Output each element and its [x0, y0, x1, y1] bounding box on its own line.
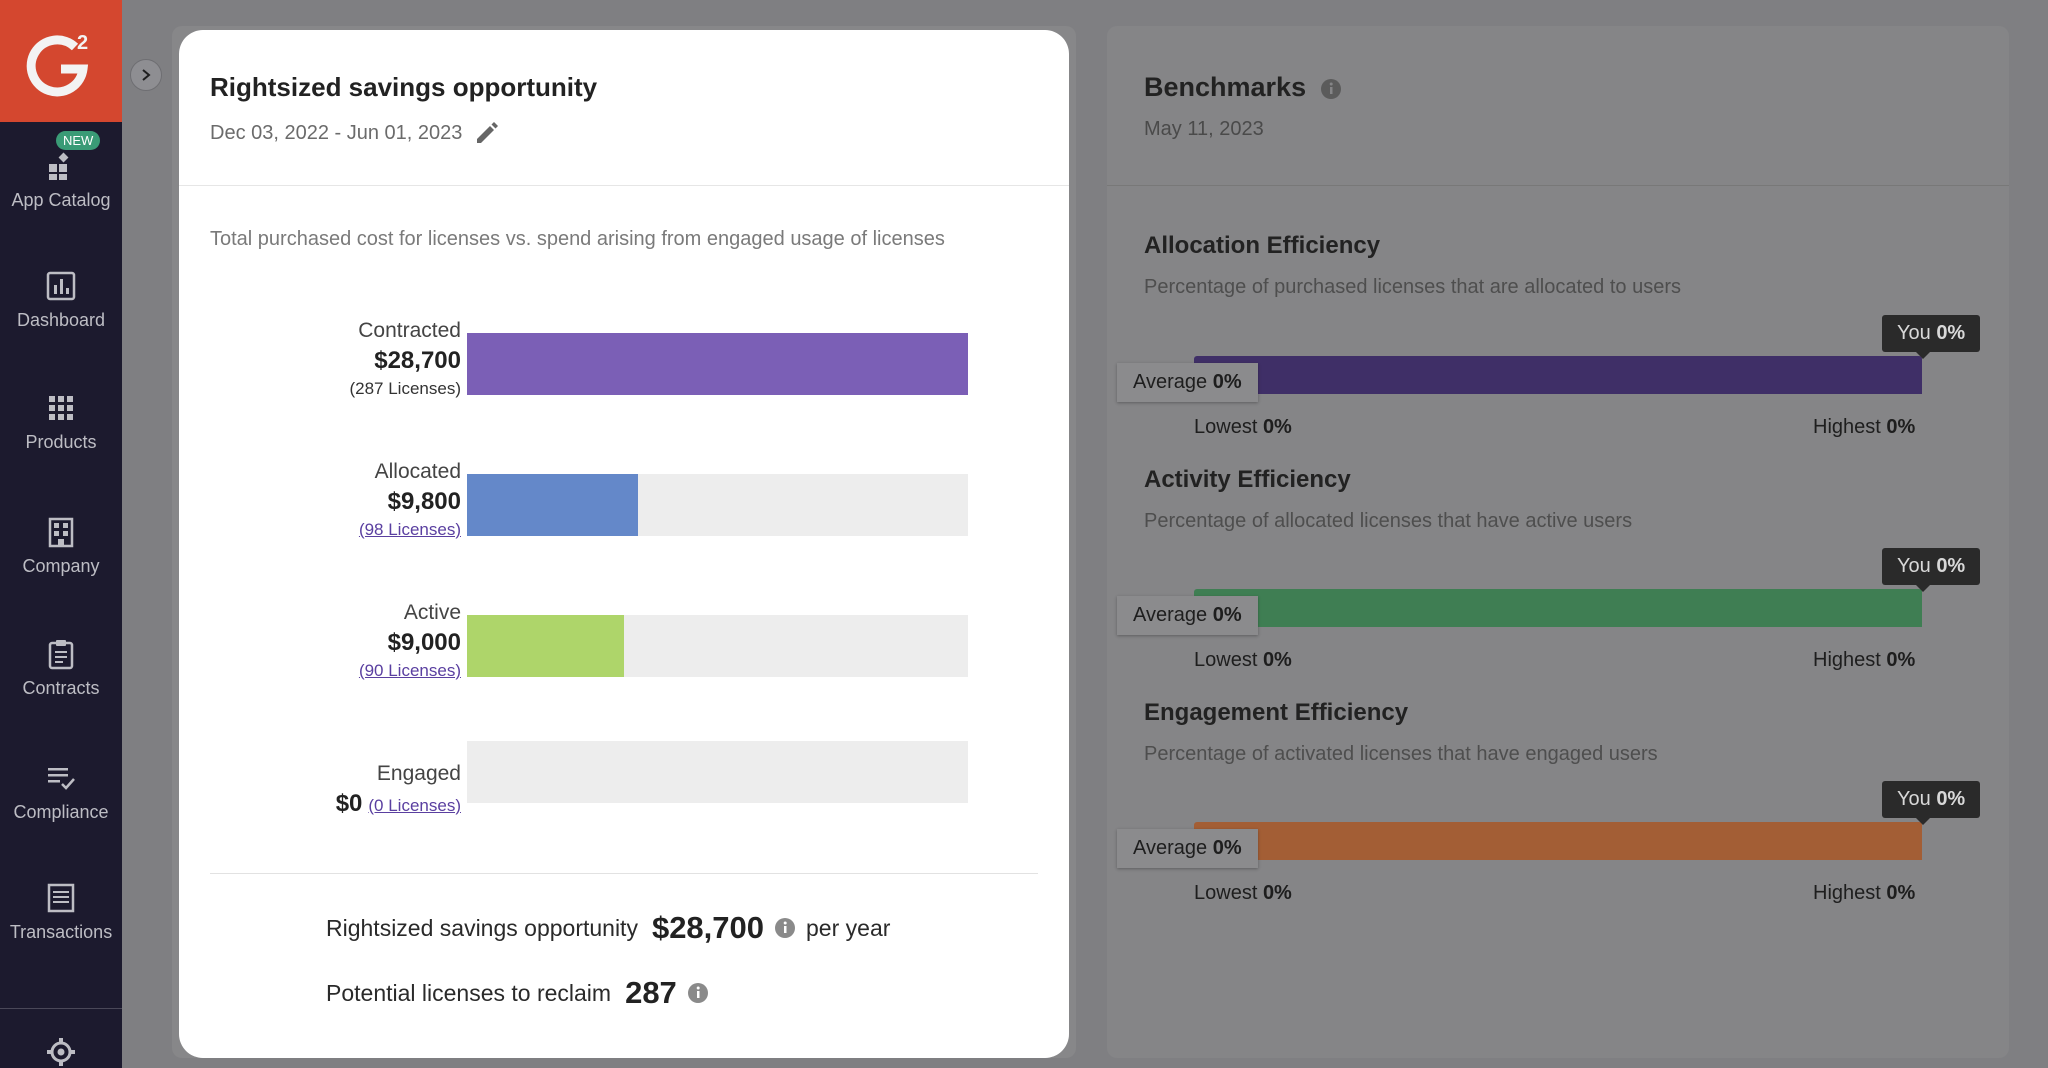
- sidebar-divider: [0, 1008, 122, 1009]
- highest-value: Highest 0%: [1813, 649, 1916, 671]
- modal-subtitle: Total purchased cost for licenses vs. sp…: [210, 228, 945, 250]
- row-amount: $9,000: [387, 629, 461, 656]
- row-amount: $28,700: [374, 347, 461, 374]
- grid-icon: [49, 396, 73, 420]
- engagement-efficiency-bar: [1194, 822, 1922, 860]
- savings-label: Rightsized savings opportunity: [326, 914, 638, 941]
- sidebar-item-contracts[interactable]: Contracts: [0, 638, 122, 699]
- row-caption: Contracted: [358, 319, 461, 342]
- savings-modal: Rightsized savings opportunity Dec 03, 2…: [179, 30, 1069, 1058]
- g2-logo-icon: 2: [26, 32, 88, 97]
- clipboard-icon: [48, 640, 74, 670]
- reclaim-value: 287: [625, 975, 677, 1010]
- activity-efficiency-desc: Percentage of allocated licenses that ha…: [1144, 510, 1633, 532]
- modal-divider: [210, 873, 1038, 874]
- highest-value: Highest 0%: [1813, 882, 1916, 904]
- sidebar-item-label: Company: [22, 556, 100, 576]
- row-label-active: Active $9,000 (90 Licenses): [201, 601, 461, 681]
- sidebar: 2 NEW App Catalog Dashboard Products Com…: [0, 0, 122, 1068]
- average-marker: Average 0%: [1117, 829, 1258, 868]
- savings-value: $28,700: [651, 910, 765, 945]
- allocation-efficiency-desc: Percentage of purchased licenses that ar…: [1144, 276, 1681, 298]
- modal-title: Rightsized savings opportunity: [210, 72, 598, 102]
- settings-button[interactable]: [0, 1036, 122, 1068]
- benchmarks-header: Benchmarks May 11, 2023: [1107, 26, 2009, 186]
- info-icon[interactable]: [1320, 78, 1342, 100]
- licenses-link[interactable]: (98 Licenses): [201, 520, 461, 540]
- lowest-value: Lowest 0%: [1194, 882, 1292, 904]
- bar-track: [467, 615, 968, 677]
- benchmarks-date: May 11, 2023: [1144, 118, 1264, 140]
- row-label-engaged: Engaged $0 (0 Licenses): [201, 762, 461, 818]
- savings-summary: Rightsized savings opportunity $28,700 p…: [326, 910, 890, 946]
- you-marker: You 0%: [1882, 548, 1981, 592]
- sidebar-item-app-catalog[interactable]: App Catalog: [0, 150, 122, 211]
- bar-track: [467, 741, 968, 803]
- benchmarks-panel: Benchmarks May 11, 2023 Allocation Effic…: [1107, 26, 2009, 1058]
- checklist-icon: [48, 768, 75, 790]
- reclaim-label: Potential licenses to reclaim: [326, 979, 612, 1006]
- reclaim-summary: Potential licenses to reclaim 287: [326, 975, 709, 1011]
- row-caption: Allocated: [374, 460, 461, 483]
- bar-chart-icon: [46, 271, 76, 301]
- chevron-right-icon: [142, 69, 151, 81]
- engagement-efficiency-desc: Percentage of activated licenses that ha…: [1144, 743, 1658, 765]
- info-icon[interactable]: [687, 982, 709, 1004]
- allocation-efficiency-title: Allocation Efficiency: [1144, 232, 1381, 259]
- benchmarks-title: Benchmarks: [1144, 72, 1342, 103]
- you-marker: You 0%: [1882, 315, 1981, 359]
- sidebar-item-label: Transactions: [9, 922, 113, 942]
- you-marker: You 0%: [1882, 781, 1981, 825]
- highest-value: Highest 0%: [1813, 416, 1916, 438]
- sidebar-item-transactions[interactable]: Transactions: [0, 882, 122, 943]
- date-range: Dec 03, 2022 - Jun 01, 2023: [210, 118, 502, 148]
- sidebar-item-label: Contracts: [22, 678, 100, 698]
- date-range-text: Dec 03, 2022 - Jun 01, 2023: [210, 121, 463, 144]
- row-caption: Active: [403, 601, 461, 624]
- app-catalog-icon: [49, 152, 69, 180]
- lowest-value: Lowest 0%: [1194, 649, 1292, 671]
- sidebar-collapse-button[interactable]: [130, 59, 162, 91]
- row-amount: $9,800: [387, 488, 461, 515]
- row-label-allocated: Allocated $9,800 (98 Licenses): [201, 460, 461, 540]
- licenses-count: (287 Licenses): [349, 379, 461, 398]
- row-caption: Engaged: [376, 762, 461, 785]
- activity-efficiency-bar: [1194, 589, 1922, 627]
- lowest-value: Lowest 0%: [1194, 416, 1292, 438]
- info-icon[interactable]: [774, 917, 796, 939]
- gear-icon: [47, 1038, 75, 1066]
- benchmarks-title-text: Benchmarks: [1144, 72, 1307, 102]
- average-marker: Average 0%: [1117, 363, 1258, 402]
- receipt-icon: [47, 883, 75, 913]
- sidebar-item-label: App Catalog: [11, 190, 111, 210]
- building-icon: [48, 517, 74, 548]
- bar-fill-contracted: [467, 333, 968, 395]
- licenses-link[interactable]: (90 Licenses): [201, 661, 461, 681]
- modal-header: Rightsized savings opportunity Dec 03, 2…: [179, 30, 1069, 186]
- row-label-contracted: Contracted $28,700 (287 Licenses): [201, 319, 461, 399]
- bar-fill-allocated: [467, 474, 638, 536]
- pencil-icon[interactable]: [472, 118, 502, 148]
- sidebar-item-dashboard[interactable]: Dashboard: [0, 270, 122, 331]
- sidebar-item-products[interactable]: Products: [0, 392, 122, 453]
- row-amount: $0: [335, 790, 363, 817]
- sidebar-item-compliance[interactable]: Compliance: [0, 762, 122, 823]
- average-marker: Average 0%: [1117, 596, 1258, 635]
- savings-suffix: per year: [806, 914, 891, 941]
- activity-efficiency-title: Activity Efficiency: [1144, 466, 1351, 493]
- bar-track: [467, 333, 968, 395]
- bar-fill-active: [467, 615, 625, 677]
- allocation-efficiency-bar: [1194, 356, 1922, 394]
- bar-track: [467, 474, 968, 536]
- sidebar-item-label: Products: [25, 432, 97, 452]
- sidebar-item-label: Compliance: [13, 802, 109, 822]
- g2-logo[interactable]: 2: [0, 0, 122, 122]
- licenses-link[interactable]: (0 Licenses): [368, 796, 461, 815]
- svg-text:2: 2: [77, 32, 88, 54]
- sidebar-item-label: Dashboard: [16, 310, 106, 330]
- sidebar-item-company[interactable]: Company: [0, 516, 122, 577]
- engagement-efficiency-title: Engagement Efficiency: [1144, 699, 1409, 726]
- new-badge: NEW: [56, 131, 101, 150]
